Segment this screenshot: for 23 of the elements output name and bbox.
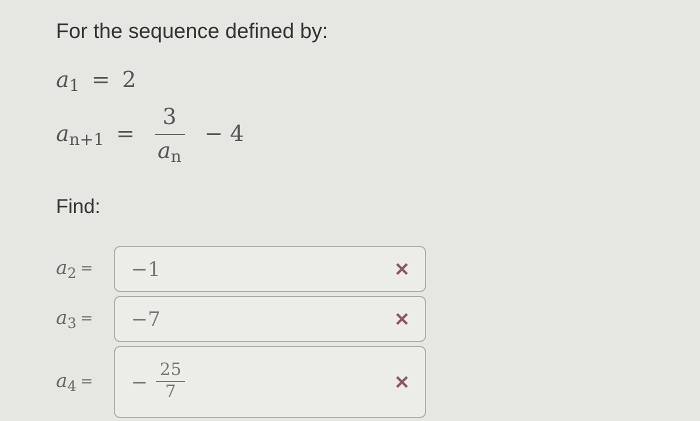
fraction-denominator: a$_{n}$ [158,138,182,168]
minus-sign: − [131,368,148,396]
answer-field[interactable]: −1 [114,246,426,292]
answer-field[interactable]: −7 [114,296,426,342]
answer-label: a$_{2}$ [56,256,76,283]
answer-value: −7 [131,306,160,332]
math-term: a$_{n+1}$ [56,120,104,150]
equals-sign: = [116,120,135,148]
question-prompt: For the sequence defined by: [56,19,330,45]
equals-sign: = [80,371,93,392]
equals-sign: = [80,258,93,280]
fraction-denominator: 7 [165,382,176,404]
answer-label: a$_{3}$ [56,306,76,333]
fraction-numerator: 3 [154,100,185,134]
answer-label: a$_{4}$ [56,369,76,396]
answer-value: −1 [131,256,160,282]
math-term: − 4 [204,120,244,148]
fraction-numerator: 25 [156,360,186,382]
math-term: 2 [122,66,136,94]
math-term: a$_{1}$ [56,66,80,96]
equals-sign: = [92,66,110,94]
find-label: Find: [56,194,102,220]
equals-sign: = [80,308,93,330]
